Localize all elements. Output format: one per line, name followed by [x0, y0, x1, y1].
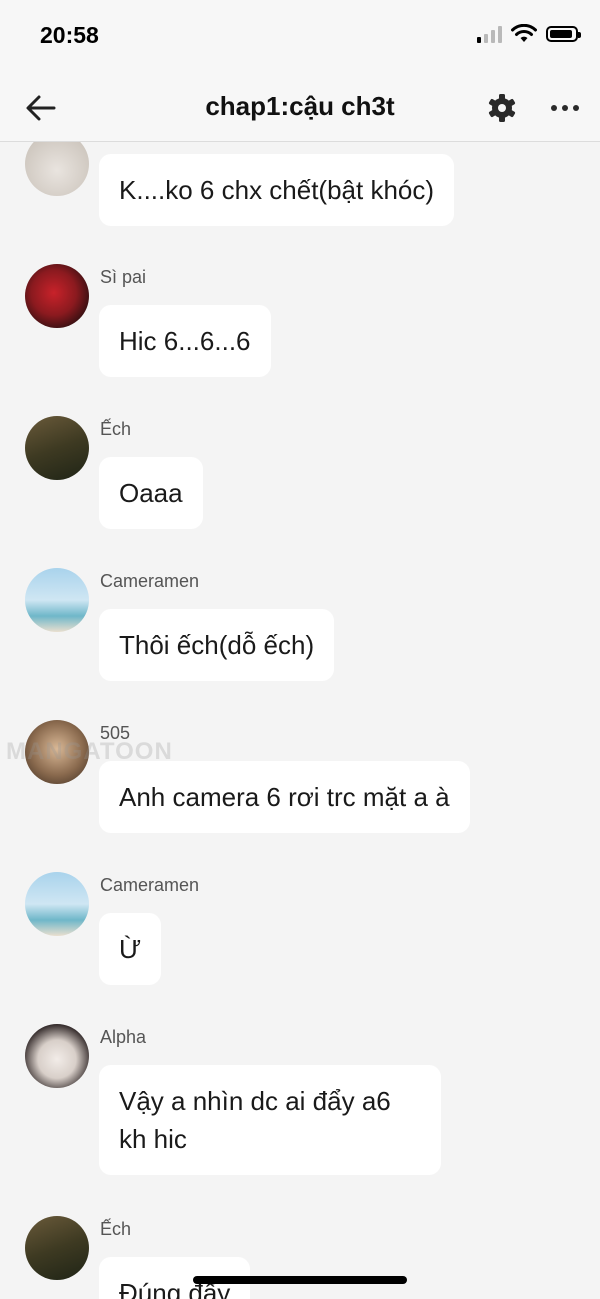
status-time: 20:58 — [40, 22, 99, 48]
status-icons — [477, 24, 581, 44]
avatar[interactable] — [25, 142, 89, 196]
message-bubble: Oaaa — [99, 457, 203, 529]
watermark: MANGATOON — [6, 738, 173, 765]
message-bubble: Ừ — [99, 913, 162, 985]
signal-icon — [477, 25, 502, 43]
sender-name: Alpha — [100, 1027, 147, 1047]
message-bubble: Hic 6...6...6 — [99, 305, 271, 377]
sender-name: Sì pai — [100, 267, 147, 287]
avatar[interactable] — [25, 264, 89, 328]
message-bubble: Anh camera 6 rơi trc mặt a à — [99, 761, 470, 833]
avatar[interactable] — [25, 416, 89, 480]
chat-list[interactable]: K....ko 6 chx chết(bật khóc) Sì pai Hic … — [0, 142, 600, 1299]
message-bubble: K....ko 6 chx chết(bật khóc) — [99, 154, 455, 226]
sender-name: Cameramen — [100, 875, 200, 895]
avatar[interactable] — [25, 1024, 89, 1088]
gear-icon[interactable] — [486, 92, 518, 124]
sender-name: Ếch — [100, 1219, 132, 1239]
avatar[interactable] — [25, 872, 89, 936]
avatar[interactable] — [25, 568, 89, 632]
status-bar: 20:58 — [0, 0, 600, 75]
ellipsis-icon[interactable] — [548, 92, 582, 124]
message-bubble: Thôi ếch(dỗ ếch) — [99, 609, 335, 681]
avatar[interactable] — [25, 1216, 89, 1280]
sender-name: Ếch — [100, 419, 132, 439]
battery-icon — [546, 26, 581, 42]
wifi-icon — [511, 24, 537, 42]
home-indicator[interactable] — [193, 1276, 407, 1284]
message-bubble: Vậy a nhìn dc ai đẩy a6 kh hic — [99, 1065, 441, 1175]
nav-bar: chap1:cậu ch3t — [0, 75, 600, 142]
sender-name: Cameramen — [100, 571, 200, 591]
